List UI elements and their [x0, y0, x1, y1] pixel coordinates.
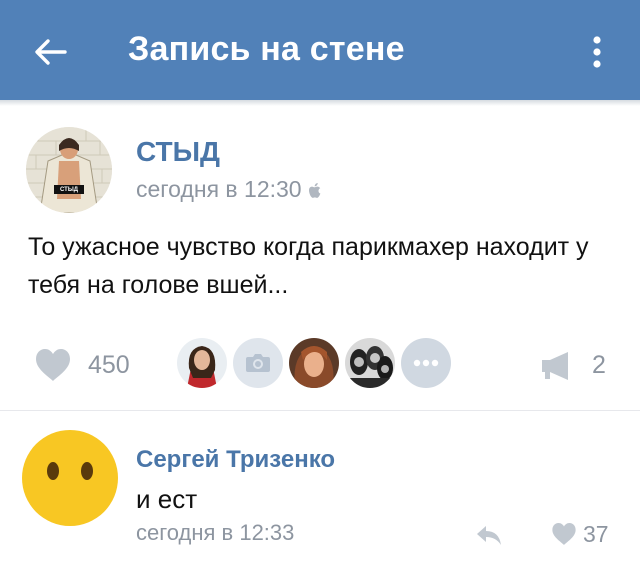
avatar-caption: СТЫД: [60, 187, 78, 193]
liker-avatar-image: [177, 338, 227, 388]
liker-avatar-placeholder[interactable]: [233, 338, 283, 388]
heart-icon: [36, 349, 70, 381]
community-avatar[interactable]: СТЫД: [26, 127, 112, 213]
liker-avatar-image: [345, 338, 395, 388]
liker-avatar[interactable]: [345, 338, 395, 388]
post-time-text: сегодня в 12:30: [136, 176, 302, 202]
comment-text: и ест: [136, 484, 198, 514]
more-likers-button[interactable]: [401, 338, 451, 388]
liker-avatar[interactable]: [177, 338, 227, 388]
megaphone-icon: [542, 352, 568, 380]
post-text: То ужасное чувство когда парикмахер нахо…: [28, 233, 589, 299]
post-time: сегодня в 12:30: [136, 176, 322, 205]
top-bar-shadow: [0, 100, 640, 106]
like-button[interactable]: 450: [34, 345, 130, 385]
liker-avatar[interactable]: [289, 338, 339, 388]
like-count: 450: [88, 350, 130, 379]
share-button[interactable]: 2: [540, 345, 606, 385]
heart-icon: [552, 523, 576, 545]
back-button[interactable]: [30, 32, 70, 72]
reply-icon: [477, 526, 501, 545]
post-author[interactable]: СТЫД: [136, 136, 220, 168]
comment-like-button[interactable]: 37: [551, 519, 609, 549]
top-bar: Запись на стене: [0, 0, 640, 100]
comment-author[interactable]: Сергей Тризенко: [136, 446, 335, 474]
arrow-left-icon: [35, 39, 67, 65]
community-avatar-image: [26, 127, 112, 213]
no-mouth-emoji-icon: [47, 462, 93, 480]
reply-button[interactable]: [474, 519, 504, 549]
comment-like-count: 37: [583, 520, 609, 547]
more-vertical-icon: [593, 36, 601, 68]
commenter-avatar[interactable]: [22, 430, 118, 526]
page-title: Запись на стене: [128, 30, 405, 68]
more-menu-button[interactable]: [582, 32, 612, 72]
apple-icon: [308, 178, 322, 205]
divider: [0, 410, 640, 411]
comment-time: сегодня в 12:33: [136, 520, 295, 545]
more-horizontal-icon: [413, 359, 439, 367]
share-count: 2: [592, 350, 606, 379]
camera-icon: [246, 354, 270, 372]
liker-avatar-image: [289, 338, 339, 388]
